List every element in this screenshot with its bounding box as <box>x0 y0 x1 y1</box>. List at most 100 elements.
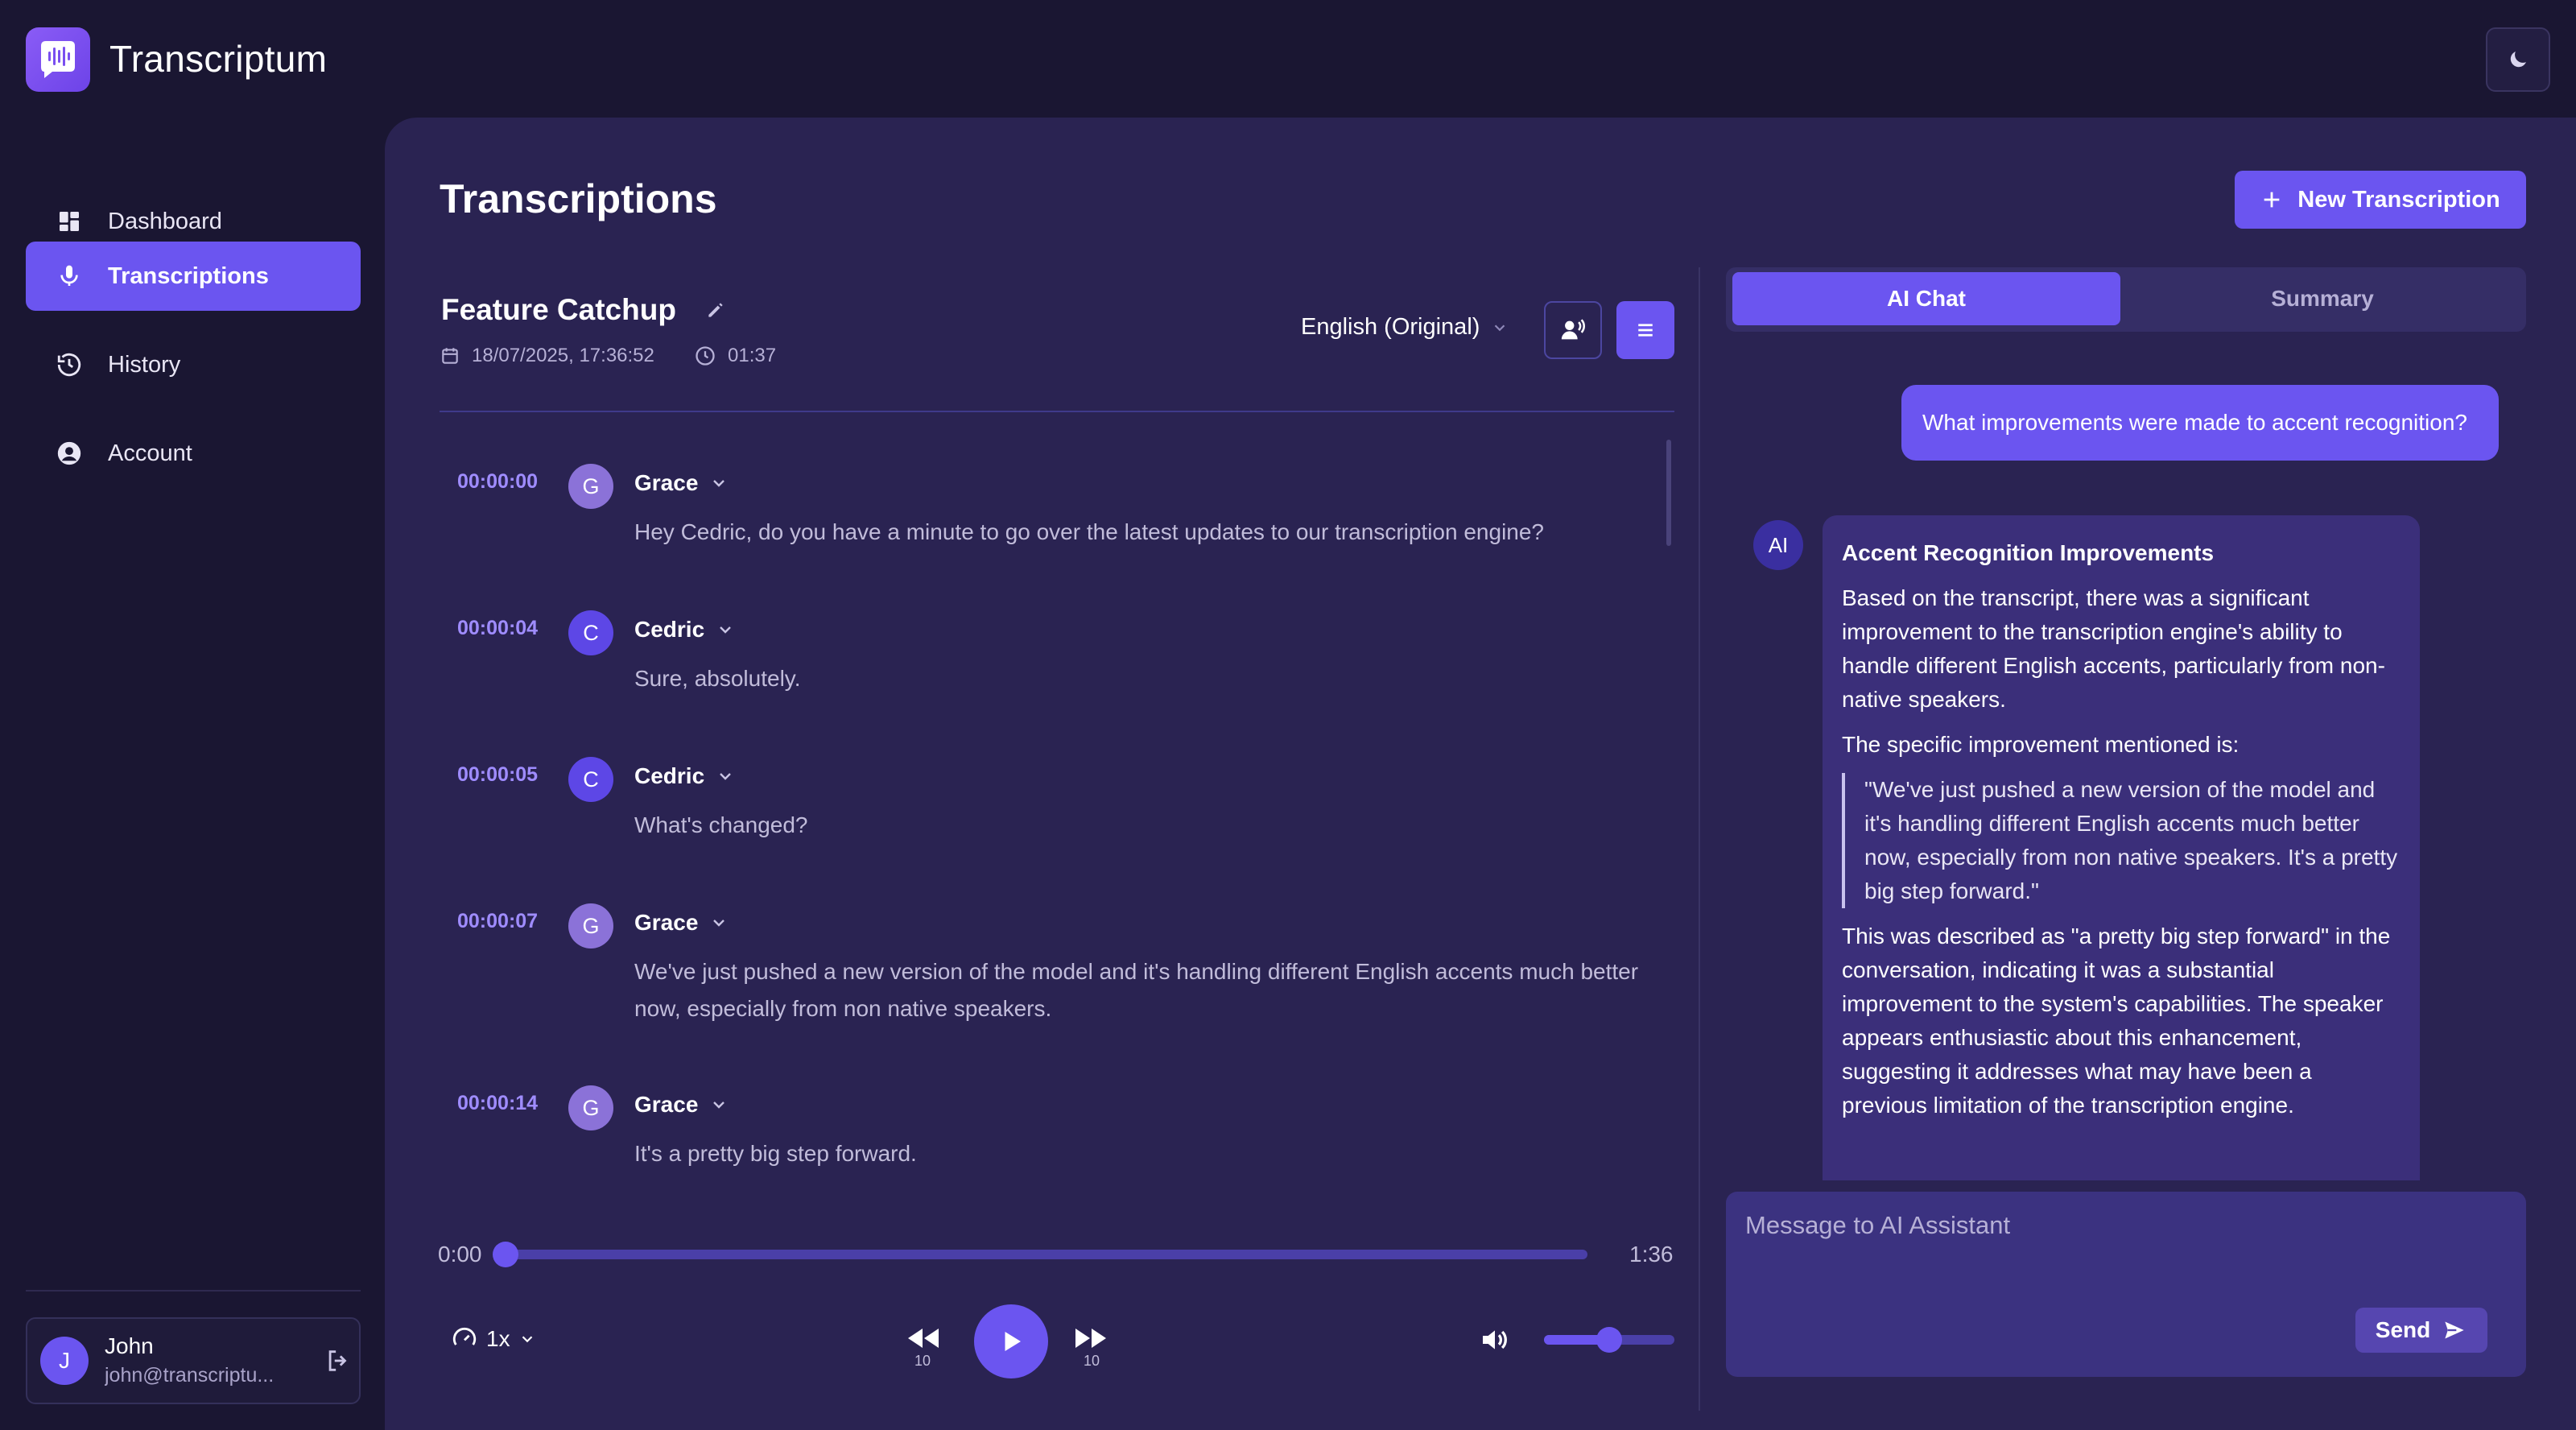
transcript-header-divider <box>440 411 1674 412</box>
tab-ai-chat[interactable]: AI Chat <box>1732 272 2120 325</box>
segment-timestamp[interactable]: 00:00:14 <box>457 1092 538 1115</box>
ai-message-heading: Accent Recognition Improvements <box>1842 540 2215 565</box>
sidebar-item-label: Account <box>108 440 192 466</box>
transcription-date: 18/07/2025, 17:36:52 <box>440 345 654 367</box>
segment-timestamp[interactable]: 00:00:07 <box>457 910 538 933</box>
sidebar: Dashboard Transcriptions History Account… <box>0 118 385 1430</box>
sidebar-divider <box>26 1290 361 1292</box>
edit-title-icon[interactable] <box>705 300 729 324</box>
user-card: J John john@transcriptu... <box>26 1317 361 1404</box>
ai-message: Accent Recognition Improvements Based on… <box>1823 515 2420 1180</box>
speaker-select[interactable]: Grace <box>634 470 729 496</box>
user-name: John <box>105 1333 154 1358</box>
volume-handle[interactable] <box>1596 1327 1622 1353</box>
progress-slider[interactable] <box>493 1242 1587 1267</box>
speaker-avatar: C <box>568 757 613 802</box>
page-title: Transcriptions <box>440 176 717 221</box>
play-icon <box>997 1327 1026 1356</box>
transcription-duration: 01:37 <box>694 345 776 367</box>
rewind-seconds: 10 <box>914 1353 931 1369</box>
send-icon <box>2442 1319 2467 1341</box>
ai-message-paragraph: This was described as "a pretty big step… <box>1842 924 2391 1118</box>
transcript-view-button[interactable] <box>1616 301 1674 359</box>
send-button[interactable]: Send <box>2355 1308 2487 1353</box>
ai-avatar: AI <box>1753 520 1803 570</box>
volume-slider[interactable] <box>1544 1327 1674 1353</box>
new-transcription-button[interactable]: New Transcription <box>2235 171 2526 229</box>
user-email: john@transcriptu... <box>105 1364 275 1387</box>
segment-timestamp[interactable]: 00:00:00 <box>457 470 538 494</box>
send-label: Send <box>2375 1317 2431 1342</box>
rewind-button[interactable]: 10 <box>905 1325 940 1370</box>
segment-text: Sure, absolutely. <box>634 666 801 691</box>
speaker-name: Grace <box>634 470 699 495</box>
transcription-title: Feature Catchup <box>441 293 676 326</box>
speaker-name: Grace <box>634 1092 699 1117</box>
chevron-down-icon <box>716 620 735 639</box>
speaker-select[interactable]: Cedric <box>634 617 735 643</box>
user-message: What improvements were made to accent re… <box>1901 385 2499 461</box>
logout-button[interactable] <box>322 1345 354 1377</box>
menu-lines-icon <box>1633 318 1657 342</box>
speaker-select[interactable]: Cedric <box>634 763 735 789</box>
history-icon <box>55 350 84 379</box>
segment-text: We've just pushed a new version of the m… <box>634 959 1639 1021</box>
sidebar-item-transcriptions[interactable]: Transcriptions <box>26 242 361 311</box>
new-transcription-label: New Transcription <box>2297 186 2500 213</box>
theme-toggle-button[interactable] <box>2486 27 2550 92</box>
chevron-down-icon <box>709 1095 729 1114</box>
tab-summary[interactable]: Summary <box>2128 272 2516 325</box>
volume-button[interactable] <box>1478 1324 1512 1356</box>
message-placeholder: Message to AI Assistant <box>1745 1211 2011 1239</box>
sidebar-item-label: Transcriptions <box>108 262 269 289</box>
forward-seconds: 10 <box>1083 1353 1100 1369</box>
plus-icon <box>2260 188 2283 211</box>
speaker-avatar: G <box>568 464 613 509</box>
speaker-voice-icon <box>1559 316 1587 344</box>
message-input[interactable]: Message to AI Assistant Send <box>1726 1192 2526 1377</box>
speaker-avatar: G <box>568 1085 613 1130</box>
speaker-identification-button[interactable] <box>1544 301 1602 359</box>
account-icon <box>55 439 84 468</box>
fast-forward-icon <box>1074 1325 1109 1351</box>
sidebar-item-label: History <box>108 351 181 378</box>
total-time: 1:36 <box>1629 1242 1674 1267</box>
segment-timestamp[interactable]: 00:00:05 <box>457 763 538 787</box>
duration-text: 01:37 <box>728 345 777 366</box>
clock-icon <box>694 345 716 367</box>
play-button[interactable] <box>974 1304 1048 1378</box>
volume-icon <box>1478 1324 1512 1356</box>
ai-message-paragraph: The specific improvement mentioned is: <box>1842 732 2240 757</box>
chevron-down-icon <box>518 1330 536 1348</box>
dashboard-icon <box>55 207 84 236</box>
language-select[interactable]: English (Original) <box>1301 314 1509 341</box>
progress-handle[interactable] <box>493 1242 518 1267</box>
sidebar-item-history[interactable]: History <box>26 330 361 399</box>
chevron-down-icon <box>1491 319 1509 337</box>
language-value: English (Original) <box>1301 314 1480 340</box>
sidebar-item-account[interactable]: Account <box>26 419 361 488</box>
segment-timestamp[interactable]: 00:00:04 <box>457 617 538 640</box>
speaker-select[interactable]: Grace <box>634 910 729 936</box>
microphone-icon <box>55 262 84 291</box>
ai-message-paragraph: Based on the transcript, there was a sig… <box>1842 585 2385 712</box>
speaker-select[interactable]: Grace <box>634 1092 729 1118</box>
app-logo-icon <box>26 27 90 92</box>
forward-button[interactable]: 10 <box>1074 1325 1109 1370</box>
chat-tabs: AI Chat Summary <box>1726 267 2526 332</box>
transcript-scrollbar[interactable] <box>1666 440 1671 546</box>
current-time: 0:00 <box>438 1242 482 1267</box>
calendar-icon <box>440 345 460 366</box>
main-panel: Transcriptions New Transcription Feature… <box>385 118 2576 1430</box>
rewind-icon <box>905 1325 940 1351</box>
chevron-down-icon <box>716 767 735 786</box>
segment-text: What's changed? <box>634 812 808 837</box>
speaker-avatar: G <box>568 903 613 949</box>
playback-speed-select[interactable]: 1x <box>451 1325 536 1353</box>
sidebar-item-label: Dashboard <box>108 208 222 234</box>
segment-text: Hey Cedric, do you have a minute to go o… <box>634 519 1545 544</box>
speaker-name: Grace <box>634 910 699 935</box>
speedometer-icon <box>451 1325 478 1353</box>
segment-text: It's a pretty big step forward. <box>634 1141 917 1166</box>
moon-icon <box>2506 48 2530 72</box>
